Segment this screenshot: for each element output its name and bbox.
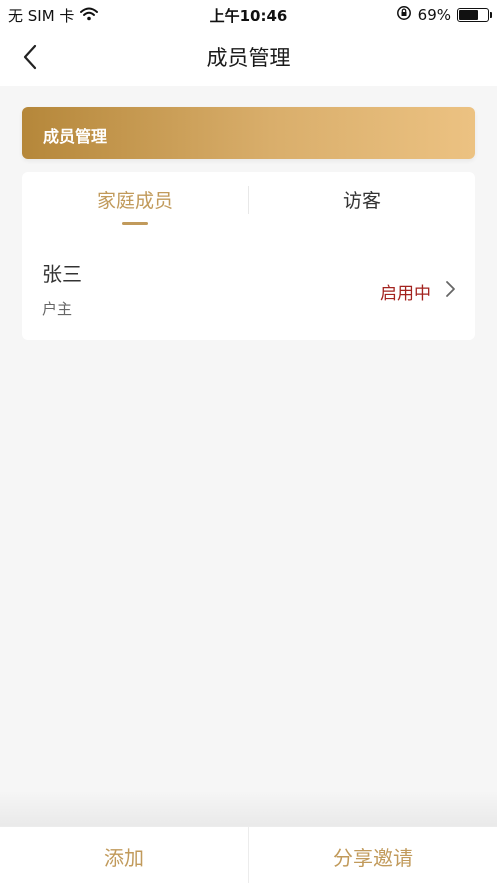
member-status-badge: 启用中	[380, 284, 431, 304]
tab-bar: 家庭成员 访客	[22, 172, 475, 230]
member-row[interactable]: 张三 户主 启用中	[22, 244, 475, 332]
rotation-lock-icon	[396, 5, 412, 25]
tab-family-members-label: 家庭成员	[96, 190, 173, 212]
navigation-bar: 成员管理	[0, 28, 497, 86]
battery-icon	[457, 8, 492, 22]
battery-percent: 69%	[417, 6, 451, 24]
member-role: 户主	[42, 300, 73, 318]
add-member-label: 添加	[104, 846, 144, 870]
members-card: 家庭成员 访客 张三 户主 启用中	[22, 172, 475, 340]
add-member-button[interactable]: 添加	[0, 827, 248, 883]
active-tab-indicator	[122, 222, 148, 225]
share-invite-label: 分享邀请	[333, 846, 413, 870]
section-banner: 成员管理	[22, 107, 475, 159]
battery-fill	[459, 10, 478, 20]
bottom-shadow	[0, 790, 497, 826]
chevron-right-icon	[446, 281, 455, 297]
bottom-action-bar: 添加 分享邀请	[0, 826, 497, 883]
page-title: 成员管理	[206, 46, 291, 70]
member-name: 张三	[42, 262, 82, 286]
share-invite-button[interactable]: 分享邀请	[249, 827, 497, 883]
status-bar: 无 SIM 卡 上午10:46 69%	[0, 0, 497, 28]
tab-visitors[interactable]: 访客	[249, 172, 475, 230]
tab-visitors-label: 访客	[342, 190, 381, 212]
status-right: 69%	[396, 5, 492, 25]
banner-title: 成员管理	[43, 127, 108, 146]
